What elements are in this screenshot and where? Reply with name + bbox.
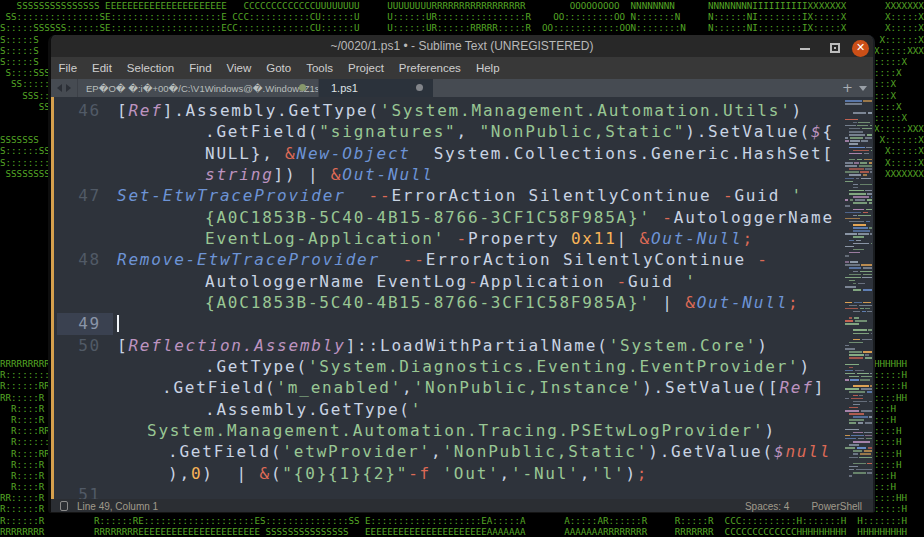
code-line: NULL}, &New-Object System.Collections.Ge… [51,143,873,164]
code-line-46: 46[Ref].Assembly.GetType('System.Managem… [51,100,873,121]
tab-overflow-icon[interactable] [859,86,867,91]
code-line: string]) | &Out-Null [51,164,873,185]
code-line: {A0C1853B-5C40-4B15-8766-3CF1C58F985A}' … [51,207,873,228]
menu-tools[interactable]: Tools [299,62,341,74]
code-line: System.Management.Automation.Tracing.PSE… [51,420,873,441]
code-line: EventLog-Application' -Property 0x11| &O… [51,228,873,249]
code-line: .GetField('m_enabled','NonPublic,Instanc… [51,377,873,398]
menu-view[interactable]: View [219,62,259,74]
tab-bar: EP�O� �:i�+00�/C:\V1Windows@�.WindowsZ1s… [51,79,873,97]
code-line: .GetField('etwProvider','NonPublic,Stati… [51,441,873,462]
tab-1ps1[interactable]: 1.ps1 [319,79,433,97]
text-cursor [117,315,119,332]
minimize-button[interactable] [800,48,810,50]
menu-edit[interactable]: Edit [85,62,120,74]
menu-goto[interactable]: Goto [259,62,299,74]
syntax-setting[interactable]: PowerShell [811,501,862,512]
tab-modified-icon [299,84,306,91]
cursor-position: Line 49, Column 1 [77,501,158,512]
window-title: ~/0020/1.ps1 • - Sublime Text (UNREGISTE… [51,39,873,53]
tab-label: 1.ps1 [331,82,358,94]
code-line-48: 48Remove-EtwTraceProvider --ErrorAction … [51,249,873,270]
menu-help[interactable]: Help [468,62,507,74]
code-area[interactable]: 46[Ref].Assembly.GetType('System.Managem… [51,100,873,499]
minimap[interactable] [845,97,873,499]
tab-scroll-right-icon[interactable] [66,84,71,92]
menu-preferences[interactable]: Preferences [391,62,468,74]
editor[interactable]: 46[Ref].Assembly.GetType('System.Managem… [51,97,873,499]
menu-project[interactable]: Project [341,62,392,74]
code-line-50: 50[Reflection.Assembly]::LoadWithPartial… [51,335,873,356]
code-line: {A0C1853B-5C40-4B15-8766-3CF1C58F985A}' … [51,292,873,313]
tab-label: EP�O� �:i�+00�/C:\V1Windows@�.WindowsZ1s… [86,83,318,94]
tab-modified-icon [416,84,423,91]
tab-system32[interactable]: EP�O� �:i�+00�/C:\V1Windows@�.WindowsZ1s… [77,79,319,97]
menu-selection[interactable]: Selection [119,62,181,74]
maximize-button[interactable] [830,43,840,53]
code-line-49: 49 [51,313,873,334]
code-line: AutologgerName EventLog-Application -Gui… [51,271,873,292]
code-line-47: 47Set-EtwTraceProvider --ErrorAction Sil… [51,185,873,206]
code-line: .GetField("signatures", "NonPublic,Stati… [51,121,873,142]
new-tab-button[interactable]: + [842,79,853,97]
code-line-51: 51 [51,484,873,499]
code-line: ),0) | &("{0}{1}{2}"-f 'Out','-Nul','l')… [51,463,873,484]
window-titlebar[interactable]: ~/0020/1.ps1 • - Sublime Text (UNREGISTE… [51,35,873,57]
status-bar: Line 49, Column 1 Spaces: 4 PowerShell [51,499,873,513]
close-button[interactable]: ✕ [852,40,869,57]
menu-file[interactable]: File [51,62,85,74]
code-line: .GetType('System.Diagnostics.Eventing.Ev… [51,356,873,377]
menu-bar: FileEditSelectionFindViewGotoToolsProjec… [51,57,873,79]
indent-setting[interactable]: Spaces: 4 [745,501,789,512]
code-line: .Assembly.GetType(' [51,399,873,420]
menu-find[interactable]: Find [182,62,219,74]
sublime-window: ~/0020/1.ps1 • - Sublime Text (UNREGISTE… [48,35,875,513]
tab-scroll-left-icon[interactable] [57,84,62,92]
vintage-mode-icon[interactable] [60,501,68,511]
